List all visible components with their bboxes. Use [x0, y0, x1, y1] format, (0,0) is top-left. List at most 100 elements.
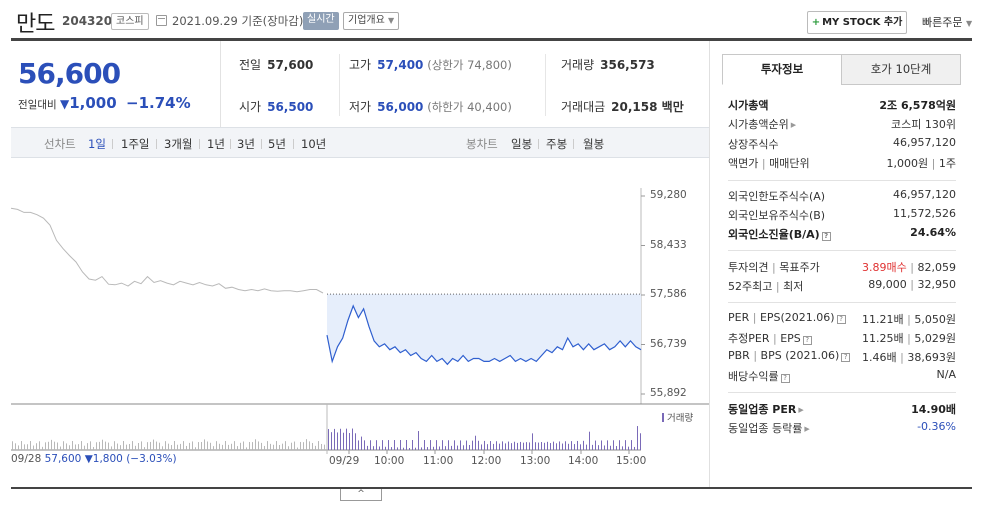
- volume-bar-prev-day: [189, 442, 190, 450]
- volume-bar-prev-day: [240, 442, 241, 450]
- help-icon[interactable]: ?: [841, 353, 851, 362]
- week52-low-value: 32,950: [917, 278, 957, 291]
- volume-bar-prev-day: [12, 441, 13, 450]
- volume-bar-today: [400, 440, 401, 450]
- volume-bar-today: [505, 443, 506, 450]
- sector-rate-row[interactable]: 동일업종 등락률 ▶ -0.36%: [728, 420, 956, 438]
- sector-rate-label-wrap: 동일업종 등락률 ▶: [728, 420, 810, 436]
- tab-candle-daily[interactable]: 일봉: [511, 136, 532, 152]
- volume-bar-today: [559, 441, 560, 450]
- help-icon[interactable]: ?: [821, 232, 831, 241]
- cap-rank-value: 코스피 130위: [891, 118, 956, 131]
- volume-bar-today: [409, 447, 410, 450]
- volume-bar-prev-day: [90, 441, 91, 450]
- face-value-row: 액면가 | 매매단위 1,000원 | 1주: [728, 155, 956, 173]
- volume-bar-prev-day: [147, 442, 148, 450]
- volume-bar-prev-day: [291, 442, 292, 450]
- tab-period-1d[interactable]: 1일: [88, 136, 106, 152]
- quote-amount: 거래대금 20,158 백만: [561, 98, 684, 115]
- volume-bar-prev-day: [312, 442, 313, 450]
- volume-bar-prev-day: [111, 446, 112, 450]
- pbr-value-wrap: 1.46배 | 38,693원: [862, 351, 956, 364]
- volume-bar-prev-day: [192, 441, 193, 450]
- base-date: 2021.09.29 기준(장마감): [172, 14, 304, 28]
- help-icon[interactable]: ?: [802, 336, 812, 345]
- tab-candle-monthly[interactable]: 월봉: [583, 136, 604, 152]
- volume-bar-today: [535, 442, 536, 450]
- volume-bar-today: [571, 441, 572, 450]
- tab-period-1w[interactable]: 1주일: [121, 136, 149, 152]
- help-icon[interactable]: ?: [836, 315, 846, 324]
- target-price-value: 82,059: [917, 261, 957, 274]
- volume-bar-prev-day: [18, 445, 19, 450]
- tab-candle-weekly[interactable]: 주봉: [546, 136, 567, 152]
- face-value-label: 액면가: [728, 157, 759, 170]
- mystock-add-button[interactable]: + MY STOCK 추가: [807, 11, 907, 34]
- volume-bar-prev-day: [51, 439, 52, 450]
- tab-period-3y[interactable]: 3년: [237, 136, 255, 152]
- quick-order-dropdown[interactable]: 빠른주문 ▼: [922, 14, 972, 30]
- quote-open: 시가 56,500: [239, 98, 313, 115]
- section-divider: [728, 250, 956, 251]
- dividend-value: N/A: [936, 368, 956, 381]
- price-chart[interactable]: [0, 158, 709, 458]
- cap-rank-label: 시가총액순위: [728, 118, 789, 131]
- quote-prev: 전일 57,600: [239, 56, 313, 73]
- change-value: 1,000: [69, 94, 117, 112]
- volume-bar-today: [517, 442, 518, 450]
- trade-unit-value: 1주: [938, 157, 956, 170]
- x-tick-label: 11:00: [423, 455, 454, 467]
- opinion-label-wrap: 투자의견 | 목표주가: [728, 261, 820, 274]
- week52-low-label: 최저: [783, 280, 804, 293]
- y-tick-label: 55,892: [650, 387, 687, 399]
- mystock-label: MY STOCK 추가: [822, 17, 903, 28]
- volume-bar-prev-day: [303, 442, 304, 450]
- series-area-today: [327, 294, 641, 365]
- volume-bar-today: [529, 442, 530, 450]
- volume-bar-prev-day: [171, 445, 172, 450]
- dividend-label: 배당수익률: [728, 370, 779, 383]
- realtime-button[interactable]: 실시간: [303, 12, 339, 30]
- foreign-rate-label: 외국인소진율(B/A): [728, 228, 820, 241]
- line-chart-label: 선차트: [44, 137, 76, 151]
- chevron-down-icon: ▼: [965, 19, 973, 28]
- quote-low: 저가 56,000 (하한가 40,400): [349, 98, 512, 115]
- sector-per-row[interactable]: 동일업종 PER ▶ 14.90배: [728, 401, 956, 419]
- volume-bar-today: [478, 440, 479, 450]
- week52-high-label: 52주최고: [728, 280, 773, 293]
- volume-bar-prev-day: [99, 441, 100, 450]
- tab-period-3m[interactable]: 3개월: [164, 136, 192, 152]
- current-price: 56,600: [18, 57, 121, 90]
- tab-period-5y[interactable]: 5년: [268, 136, 286, 152]
- volume-bar-today: [340, 428, 341, 450]
- opinion-label: 투자의견: [728, 261, 769, 274]
- tab-investment-info[interactable]: 투자정보: [722, 54, 842, 85]
- volume-bar-prev-day: [276, 441, 277, 450]
- volume-bar-prev-day: [15, 443, 16, 450]
- est-eps-value: 5,029원: [914, 332, 956, 345]
- volume-bar-today: [577, 440, 578, 450]
- quote-open-label: 시가: [239, 100, 262, 114]
- stock-code: 204320: [62, 14, 113, 28]
- face-value-wrap: 1,000원 | 1주: [886, 157, 956, 170]
- tab-period-10y[interactable]: 10년: [301, 136, 326, 152]
- cap-rank-row[interactable]: 시가총액순위 ▶ 코스피 130위: [728, 116, 956, 134]
- tab-orderbook-10[interactable]: 호가 10단계: [841, 54, 961, 85]
- volume-bar-prev-day: [267, 441, 268, 450]
- quote-prev-value: 57,600: [267, 58, 314, 72]
- stock-header: 만도 204320 코스피 2021.09.29 기준(장마감) 실시간 기업개…: [0, 0, 1006, 40]
- foreign-limit-label: 외국인한도주식수(A): [728, 190, 826, 203]
- y-tick-label: 58,433: [650, 238, 687, 251]
- volume-bar-today: [463, 445, 464, 450]
- face-label-wrap: 액면가 | 매매단위: [728, 157, 810, 170]
- volume-bar-prev-day: [138, 443, 139, 450]
- help-icon[interactable]: ?: [780, 374, 790, 383]
- volume-bar-prev-day: [273, 444, 274, 450]
- volume-bar-prev-day: [87, 443, 88, 450]
- volume-bar-today: [544, 442, 545, 450]
- corp-overview-dropdown[interactable]: 기업개요 ▼: [343, 12, 400, 30]
- prev-day-date: 09/28: [11, 453, 42, 465]
- pbr-label-wrap: PBR | BPS (2021.06)?: [728, 349, 851, 362]
- tab-period-1y[interactable]: 1년: [207, 136, 225, 152]
- collapse-toggle-button[interactable]: ^: [340, 489, 382, 501]
